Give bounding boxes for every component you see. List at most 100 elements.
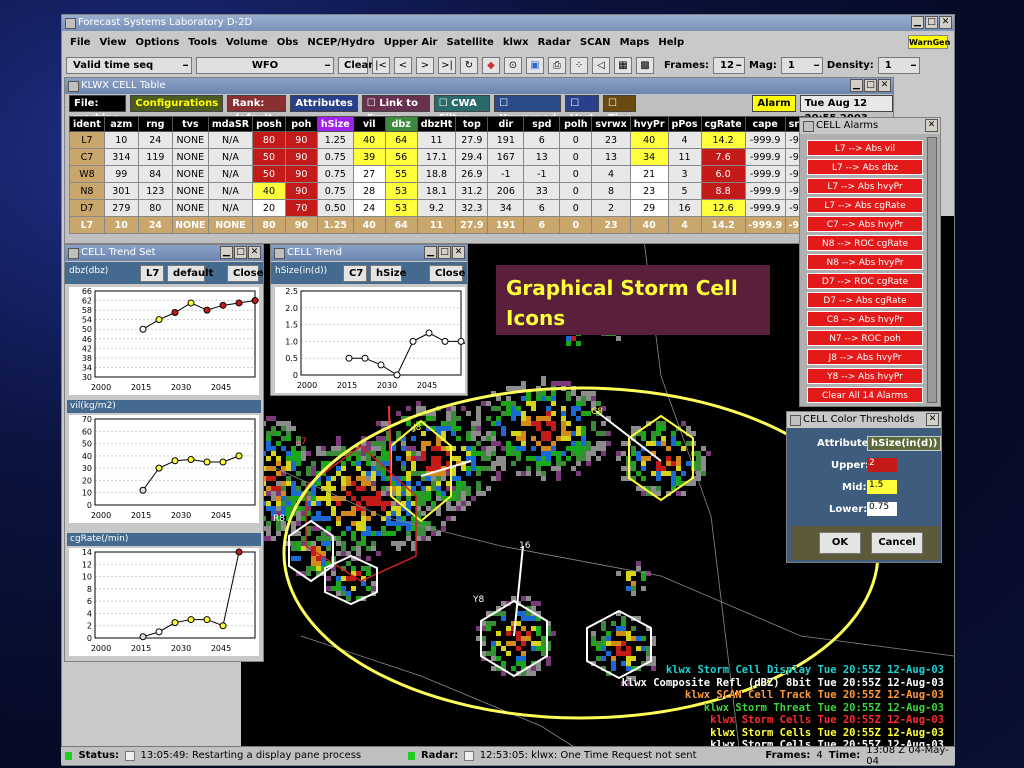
table-cell[interactable]: 0 <box>559 182 593 200</box>
table-cell[interactable]: 80 <box>137 199 173 217</box>
close-icon[interactable]: ✕ <box>248 246 261 259</box>
data-point[interactable] <box>251 297 259 305</box>
data-point[interactable] <box>425 329 433 337</box>
alarms-titlebar[interactable]: CELL Alarms ✕ <box>800 118 940 134</box>
alarm-item[interactable]: L7 --> Abs dbz <box>807 159 923 175</box>
cwa-filter-toggle[interactable]: ☐ CWA Filter <box>433 95 491 124</box>
table-cell[interactable]: 4 <box>591 165 631 183</box>
table-cell[interactable]: NONE <box>171 182 209 200</box>
table-cell[interactable]: 50 <box>252 165 286 183</box>
table-cell[interactable]: 3 <box>667 165 702 183</box>
frames-dropdown[interactable]: 12 <box>713 56 746 74</box>
table-cell[interactable]: 64 <box>384 131 418 149</box>
table-cell[interactable]: 1.25 <box>316 131 354 149</box>
maximize-icon[interactable]: □ <box>234 246 247 259</box>
table-cell[interactable]: 28 <box>352 182 386 200</box>
menu-ncephydro[interactable]: NCEP/Hydro <box>305 37 381 48</box>
prev-frame-icon[interactable]: < <box>394 56 412 74</box>
data-point[interactable] <box>139 486 147 494</box>
alarm-item[interactable]: C8 --> Abs hvyPr <box>807 311 923 327</box>
menu-maps[interactable]: Maps <box>618 37 657 48</box>
table-cell[interactable]: 0.75 <box>316 165 354 183</box>
file-menu[interactable]: File: working <box>69 95 127 124</box>
table-cell[interactable]: 279 <box>103 199 139 217</box>
cell-table-titlebar[interactable]: KLWX CELL Table ▁ □ ✕ <box>65 78 893 94</box>
column-header[interactable]: hvyPr <box>629 116 669 132</box>
table-cell[interactable]: 39 <box>352 148 386 166</box>
main-titlebar[interactable]: Forecast Systems Laboratory D-2D ▁ □ ✕ <box>62 15 954 31</box>
table-cell[interactable]: D7 <box>69 199 105 217</box>
table-cell[interactable]: C7 <box>69 148 105 166</box>
table-cell[interactable]: NONE <box>171 131 209 149</box>
table-cell[interactable]: 10 <box>103 131 139 149</box>
data-point[interactable] <box>235 299 243 307</box>
attr-button[interactable]: hSize <box>370 265 406 282</box>
data-point[interactable] <box>377 361 385 369</box>
data-point[interactable] <box>441 337 449 345</box>
table-cell[interactable]: 32.3 <box>455 199 489 217</box>
alarm-item[interactable]: N8 --> Abs hvyPr <box>807 254 923 270</box>
table-cell[interactable]: N/A <box>207 199 254 217</box>
trend-titlebar[interactable]: CELL Trend ▁ □ ✕ <box>271 245 467 261</box>
table-cell[interactable]: 90 <box>284 131 318 149</box>
column-header[interactable]: spd <box>523 116 561 132</box>
table-cell[interactable]: L7 <box>69 131 105 149</box>
column-header[interactable]: tvs <box>171 116 209 132</box>
column-header[interactable]: dbzHt <box>416 116 457 132</box>
zoom-icon[interactable]: ⊙ <box>504 56 522 74</box>
table-cell[interactable]: 0 <box>559 131 593 149</box>
minimize-icon[interactable]: ▁ <box>220 246 233 259</box>
table-cell[interactable]: 12.6 <box>700 199 746 217</box>
maximize-icon[interactable]: □ <box>438 246 451 259</box>
table-cell[interactable]: 16 <box>667 199 702 217</box>
next-frame-icon[interactable]: > <box>416 56 434 74</box>
table-cell[interactable]: 0.75 <box>316 182 354 200</box>
data-point[interactable] <box>187 456 195 464</box>
data-point[interactable] <box>155 628 163 636</box>
data-point[interactable] <box>203 458 211 466</box>
table-cell[interactable]: 167 <box>487 148 525 166</box>
table-cell[interactable]: 14.2 <box>700 131 746 149</box>
table-cell[interactable]: -999.9 <box>744 131 786 149</box>
data-point[interactable] <box>155 464 163 472</box>
table-row[interactable]: D7 279 80 NONE N/A 20 70 0.50 24 53 9.2 32.3 34 6 0 2 29… <box>69 199 810 217</box>
table-cell[interactable]: W8 <box>69 165 105 183</box>
alarm-item[interactable]: D7 --> ROC cgRate <box>807 273 923 289</box>
table-cell[interactable]: N/A <box>207 182 254 200</box>
table-cell[interactable]: 40 <box>629 131 669 149</box>
data-point[interactable] <box>203 306 211 314</box>
table-cell[interactable]: 55 <box>384 165 418 183</box>
column-header[interactable]: pPos <box>667 116 702 132</box>
table-cell[interactable]: N8 <box>69 182 105 200</box>
data-point[interactable] <box>409 337 417 345</box>
clear-button[interactable]: Clear <box>338 56 373 74</box>
table-cell[interactable]: 0.50 <box>316 199 354 217</box>
table-cell[interactable]: 24 <box>352 199 386 217</box>
table-cell[interactable]: 13 <box>523 148 561 166</box>
time-mode-dropdown[interactable]: Valid time seq <box>66 56 192 74</box>
alarm-item[interactable]: N8 --> ROC cgRate <box>807 235 923 251</box>
alarm-item[interactable]: Y8 --> Abs hvyPr <box>807 368 923 384</box>
table-cell[interactable]: 90 <box>284 182 318 200</box>
table-cell[interactable]: 119 <box>137 148 173 166</box>
table-cell[interactable]: 206 <box>487 182 525 200</box>
table-cell[interactable]: -999.9 <box>744 182 786 200</box>
table-cell[interactable]: -999.9 <box>744 165 786 183</box>
table-row[interactable]: W8 99 84 NONE N/A 50 90 0.75 27 55 18.8 26.9 -1 -1 0 4 2… <box>69 165 810 183</box>
menu-tools[interactable]: Tools <box>186 37 224 48</box>
table-cell[interactable]: NONE <box>171 165 209 183</box>
data-point[interactable] <box>139 325 147 333</box>
table-cell[interactable]: -1 <box>523 165 561 183</box>
table-cell[interactable]: 6.0 <box>700 165 746 183</box>
attribute-dropdown[interactable]: hSize(in(d)) <box>867 436 942 451</box>
table-cell[interactable]: NONE <box>171 148 209 166</box>
table-cell[interactable]: 0 <box>559 165 593 183</box>
table-cell[interactable]: 40 <box>252 182 286 200</box>
menu-help[interactable]: Help <box>656 37 691 48</box>
menu-volume[interactable]: Volume <box>224 37 275 48</box>
table-cell[interactable]: 20 <box>252 199 286 217</box>
table-cell[interactable]: -999.9 <box>744 148 786 166</box>
data-point[interactable] <box>139 633 147 641</box>
column-header[interactable]: top <box>455 116 489 132</box>
menu-file[interactable]: File <box>68 37 97 48</box>
